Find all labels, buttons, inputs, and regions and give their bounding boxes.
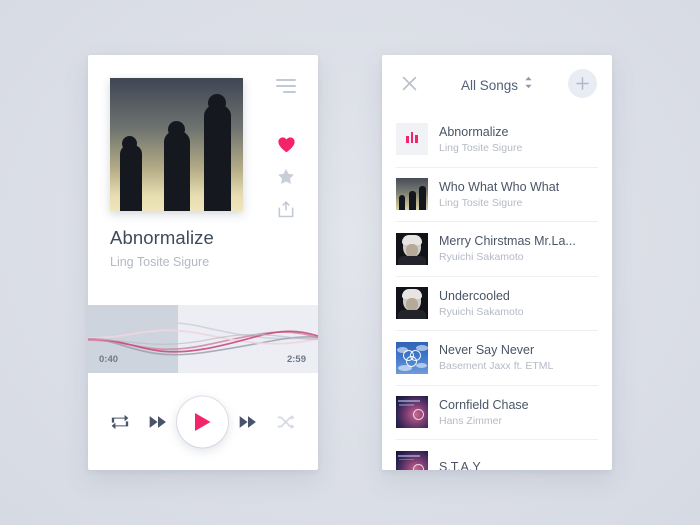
playlist-header: All Songs [382,55,612,112]
equalizer-icon [405,130,419,148]
previous-button[interactable] [147,411,169,433]
song-meta: Undercooled Ryuichi Sakamoto [439,289,524,318]
album-thumb [396,341,428,374]
song-meta: Merry Chirstmas Mr.La... Ryuichi Sakamoto [439,234,576,263]
shuffle-button[interactable] [275,411,297,433]
star-icon[interactable] [275,165,297,187]
album-thumb [396,396,428,429]
hamburger-line [276,85,296,87]
song-title: Cornfield Chase [439,397,529,412]
repeat-button[interactable] [109,411,131,433]
transport-controls [88,373,318,470]
album-thumb [396,450,428,470]
playlist-title: All Songs [460,77,519,93]
sort-chevron-icon[interactable] [524,76,533,94]
song-list[interactable]: Abnormalize Ling Tosite Sigure Who What Wh… [382,112,612,470]
next-button[interactable] [237,411,259,433]
hamburger-menu-icon[interactable] [276,79,296,93]
song-title: Abnormalize [439,124,509,139]
song-artist: Hans Zimmer [439,414,503,427]
heart-icon[interactable] [275,133,297,155]
app-screen: Abnormalize Ling Tosite Sigure 0:40 2:59 [0,0,700,525]
album-thumb [396,178,428,211]
song-artist: Ling Tosite Sigure [439,141,523,154]
song-meta: Never Say Never Basement Jaxx ft. ETML [439,343,553,372]
artwork-figure [120,136,142,211]
song-title: Undercooled [439,288,510,303]
share-icon[interactable] [275,198,297,220]
hamburger-line [276,79,296,81]
equalizer-thumb [396,123,428,156]
song-row[interactable]: Never Say Never Basement Jaxx ft. ETML [396,330,598,385]
song-artist: Basement Jaxx ft. ETML [439,360,554,373]
song-meta: Who What Who What Ling Tosite Sigure [439,180,559,209]
song-row[interactable]: S.T.A.Y [396,439,598,470]
player-card: Abnormalize Ling Tosite Sigure 0:40 2:59 [88,55,318,470]
waveform-scrubber[interactable]: 0:40 2:59 [88,305,318,373]
song-title: Who What Who What [439,179,560,194]
playlist-card: All Songs Abnormalize Ling Tosite Sigure W… [382,55,612,470]
song-title: S.T.A.Y [439,459,481,470]
album-artwork [110,78,243,211]
song-artist: Ryuichi Sakamoto [439,251,524,264]
play-button[interactable] [177,396,228,447]
now-playing-title: Abnormalize [110,227,214,248]
artwork-figure [204,94,231,211]
album-thumb [396,232,428,265]
song-title: Merry Chirstmas Mr.La... [439,234,576,249]
waveform-graphic [88,322,318,356]
now-playing-artist: Ling Tosite Sigure [110,255,210,269]
song-artist: Ryuichi Sakamoto [439,305,524,318]
song-artist: Ling Tosite Sigure [439,196,523,209]
artwork-figure [164,121,190,211]
song-row[interactable]: Merry Chirstmas Mr.La... Ryuichi Sakamoto [396,221,598,276]
song-row[interactable]: Undercooled Ryuichi Sakamoto [396,275,598,331]
add-song-button[interactable] [568,69,597,98]
current-time-label: 0:40 [99,354,119,365]
total-time-label: 2:59 [286,354,306,365]
hamburger-line [283,91,296,93]
album-thumb [396,287,428,320]
song-meta: Abnormalize Ling Tosite Sigure [439,125,522,154]
song-meta: Cornfield Chase Hans Zimmer [439,398,529,427]
song-row[interactable]: Abnormalize Ling Tosite Sigure [396,112,598,167]
song-row[interactable]: Who What Who What Ling Tosite Sigure [396,166,598,222]
song-meta: S.T.A.Y [439,460,481,470]
song-title: Never Say Never [439,343,535,358]
song-row[interactable]: Cornfield Chase Hans Zimmer [396,384,598,440]
